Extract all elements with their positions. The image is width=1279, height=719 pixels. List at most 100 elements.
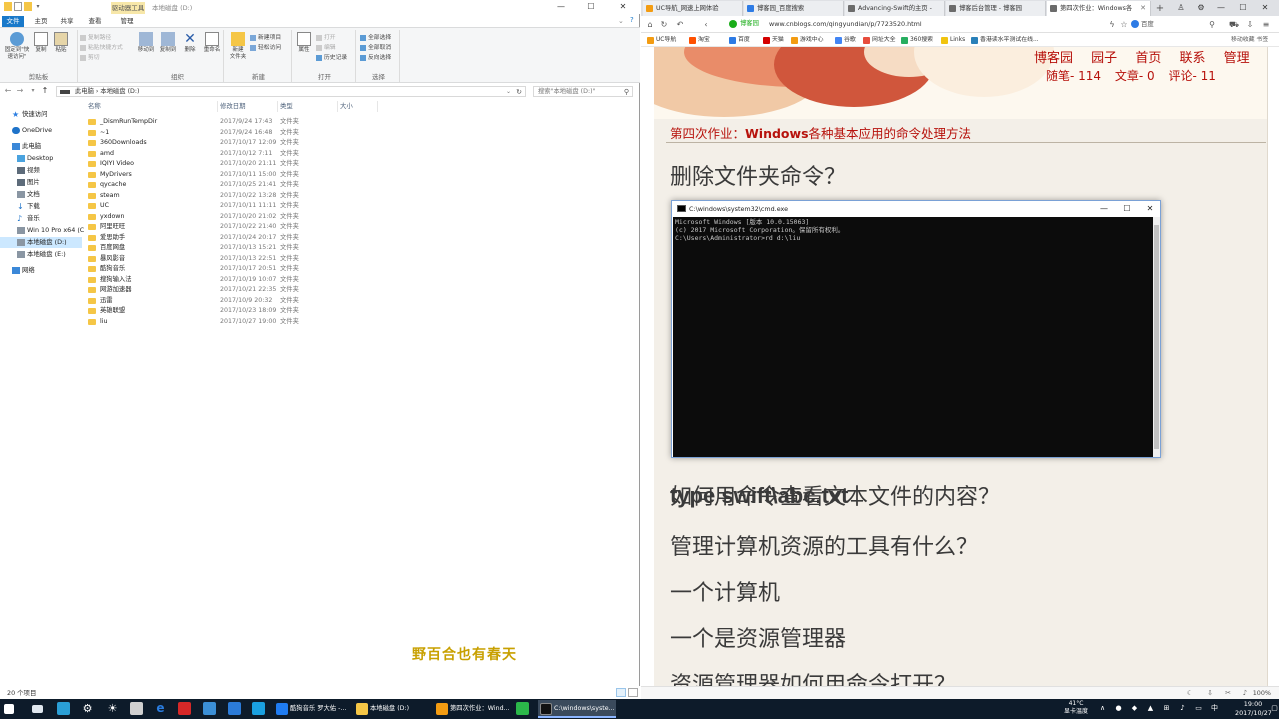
maximize-button[interactable]: ☐: [1233, 0, 1253, 16]
zoom-level[interactable]: 100%: [1253, 688, 1271, 699]
battery-icon[interactable]: ▭: [1194, 704, 1203, 713]
account-icon[interactable]: ♙: [1171, 0, 1191, 16]
taskbar-app-explorer[interactable]: 本地磁盘 (D:): [354, 700, 430, 718]
tab-view[interactable]: 查看: [84, 16, 106, 27]
mail-icon[interactable]: [32, 705, 43, 713]
nav-onedrive[interactable]: OneDrive: [0, 125, 82, 136]
tab-close-icon[interactable]: ✕: [1140, 1, 1146, 16]
store-icon[interactable]: [57, 702, 70, 715]
properties-icon[interactable]: [14, 2, 22, 11]
refresh-icon[interactable]: ↻: [516, 87, 522, 97]
file-row[interactable]: 360Downloads 2017/10/17 12:09 文件夹: [88, 138, 388, 149]
maximize-button[interactable]: ☐: [576, 0, 606, 14]
site-identity-label[interactable]: 博客园: [740, 18, 759, 30]
cmd-titlebar[interactable]: C:\windows\system32\cmd.exe — ☐ ✕: [672, 201, 1160, 217]
help-icon[interactable]: ?: [630, 16, 634, 24]
tab-file[interactable]: 文件: [2, 16, 24, 27]
close-button[interactable]: ✕: [1138, 201, 1162, 217]
column-type[interactable]: 类型: [280, 101, 338, 112]
file-row[interactable]: 英雄联盟 2017/10/23 18:09 文件夹: [88, 306, 388, 317]
browser-tab[interactable]: Advancing-Swift的主页 -: [845, 1, 945, 16]
file-row[interactable]: 网游加速器 2017/10/21 22:35 文件夹: [88, 285, 388, 296]
tab-home[interactable]: 主页: [30, 16, 52, 27]
bookmark-item[interactable]: UC导航: [647, 35, 676, 45]
file-row[interactable]: 爱思助手 2017/10/24 20:17 文件夹: [88, 233, 388, 244]
browser-tab[interactable]: 博客后台管理 - 博客园: [946, 1, 1046, 16]
close-button[interactable]: ✕: [1255, 0, 1275, 16]
column-name[interactable]: 名称: [88, 101, 218, 112]
tray-app-icon[interactable]: ●: [1114, 704, 1123, 713]
copy-button[interactable]: 复制: [32, 32, 50, 54]
bookmark-item[interactable]: 360搜索: [901, 35, 933, 45]
windows-start-icon[interactable]: [4, 704, 14, 714]
invert-selection-button[interactable]: 反向选择: [360, 54, 391, 63]
new-folder-button[interactable]: 新建 文件夹: [226, 32, 250, 61]
minimize-button[interactable]: —: [1211, 0, 1231, 16]
rename-button[interactable]: 重命名: [200, 32, 224, 54]
volume-icon[interactable]: ♪: [1178, 704, 1187, 713]
file-row[interactable]: amd 2017/10/12 7:11 文件夹: [88, 149, 388, 160]
select-none-button[interactable]: 全部取消: [360, 44, 391, 53]
bookmark-star-icon[interactable]: ☆: [1119, 19, 1129, 30]
search-icon[interactable]: ⚲: [624, 87, 629, 97]
browser-tab[interactable]: 博客园_百度搜索: [744, 1, 844, 16]
tab-share[interactable]: 共享: [56, 16, 78, 27]
back-arrow-icon[interactable]: ←: [3, 86, 13, 96]
wechat-icon[interactable]: [516, 702, 529, 715]
tray-expand-icon[interactable]: ∧: [1098, 704, 1107, 713]
close-button[interactable]: ✕: [608, 0, 638, 14]
nav-blog-home[interactable]: 博客园: [1034, 51, 1073, 66]
nav-home[interactable]: 首页: [1135, 51, 1161, 66]
nav-downloads[interactable]: ↓ 下载: [0, 201, 82, 212]
browser-tab[interactable]: UC导航_网速上网体验: [643, 1, 743, 16]
nav-documents[interactable]: 文档: [0, 189, 82, 200]
cart-icon[interactable]: ⛟: [1229, 19, 1239, 30]
nav-manage[interactable]: 管理: [1224, 51, 1250, 66]
nav-drive-d[interactable]: 本地磁盘 (D:): [0, 237, 82, 248]
paste-shortcut-button[interactable]: 粘贴快捷方式: [80, 44, 123, 53]
nav-drive-e[interactable]: 本地磁盘 (E:): [0, 249, 82, 260]
qq-browser-icon[interactable]: [252, 702, 265, 715]
taskbar-app-kugou[interactable]: 酷狗音乐 罗大佑 -...: [274, 700, 350, 718]
expand-ribbon-icon[interactable]: ⌄: [618, 17, 624, 25]
pin-quick-access-button[interactable]: 固定到"快速访问": [2, 32, 32, 61]
tray-app-icon[interactable]: ▲: [1146, 704, 1155, 713]
bookmark-item[interactable]: 游戏中心: [791, 35, 824, 45]
nav-pictures[interactable]: 图片: [0, 177, 82, 188]
volume-icon[interactable]: ♪: [1241, 689, 1249, 697]
cmd-scrollbar[interactable]: [1153, 217, 1160, 457]
home-icon[interactable]: ⌂: [645, 19, 655, 30]
baidu-engine-icon[interactable]: [1131, 20, 1139, 28]
nav-contact[interactable]: 联系: [1179, 51, 1205, 66]
bookmark-item[interactable]: 淘宝: [689, 35, 710, 45]
settings-gear-icon[interactable]: ⚙: [81, 702, 94, 715]
lightning-icon[interactable]: ϟ: [1107, 19, 1117, 30]
file-row[interactable]: yxdown 2017/10/20 21:02 文件夹: [88, 212, 388, 223]
file-row[interactable]: IQIYI Video 2017/10/20 21:11 文件夹: [88, 159, 388, 170]
downloads-icon[interactable]: ⇩: [1245, 19, 1255, 30]
forward-arrow-icon[interactable]: →: [15, 86, 25, 96]
browser-tab-active[interactable]: 第四次作业：Windows各 ✕: [1047, 1, 1151, 16]
taskbar-app-browser[interactable]: 第四次作业：Wind...: [434, 700, 510, 718]
gpu-temperature[interactable]: 41°C 显卡温度: [1060, 700, 1092, 716]
file-row[interactable]: 百度网盘 2017/10/13 15:21 文件夹: [88, 243, 388, 254]
nav-network[interactable]: 网络: [0, 265, 82, 276]
search-engine-label[interactable]: 百度: [1141, 18, 1154, 30]
nav-this-pc[interactable]: 此电脑: [0, 141, 82, 152]
file-row[interactable]: UC 2017/10/11 11:11 文件夹: [88, 201, 388, 212]
file-row[interactable]: 阿里旺旺 2017/10/22 21:40 文件夹: [88, 222, 388, 233]
open-button[interactable]: 打开: [316, 34, 336, 43]
quick-access-dropdown-icon[interactable]: ▾: [34, 2, 42, 11]
url-input[interactable]: www.cnblogs.com/qingyundian/p/7723520.ht…: [769, 18, 922, 30]
back-arrow-icon[interactable]: ‹: [701, 19, 711, 30]
notifications-icon[interactable]: ▢: [1270, 704, 1279, 713]
screenshot-icon[interactable]: ✂: [1224, 689, 1232, 697]
system-clock[interactable]: 19:00 2017/10/27: [1235, 700, 1272, 718]
file-row[interactable]: 酷狗音乐 2017/10/17 20:51 文件夹: [88, 264, 388, 275]
nav-drive-c[interactable]: Win 10 Pro x64 (C: [0, 225, 84, 236]
move-to-button[interactable]: 移动到: [134, 32, 158, 54]
copy-to-button[interactable]: 复制到: [156, 32, 180, 54]
undo-close-icon[interactable]: ↶: [675, 19, 685, 30]
new-tab-button[interactable]: +: [1153, 1, 1167, 16]
taskbar-app-cmd[interactable]: C:\windows\syste...: [538, 700, 616, 718]
